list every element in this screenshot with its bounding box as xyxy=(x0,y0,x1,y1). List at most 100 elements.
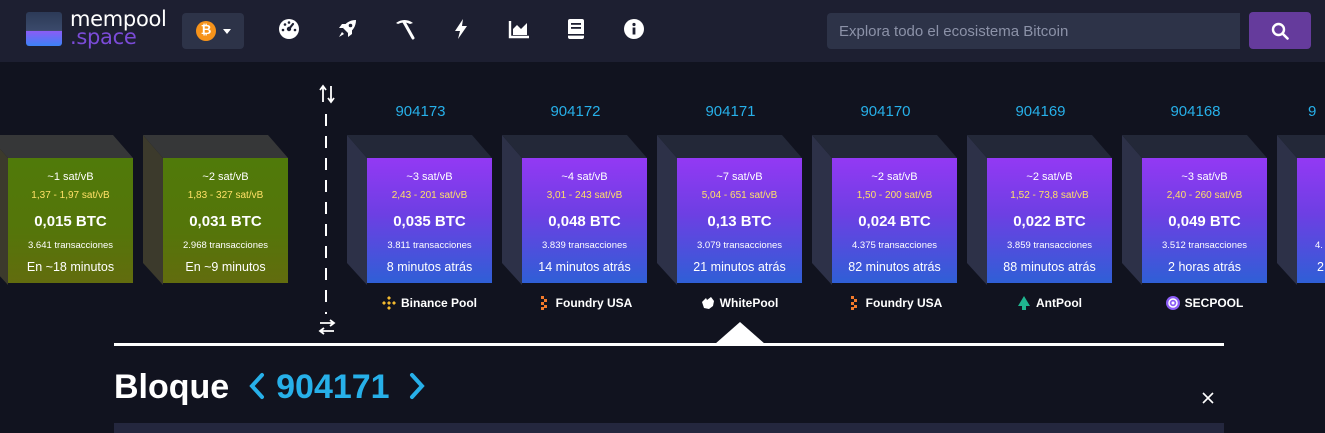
block-tx-count: 3.641 transacciones xyxy=(27,240,114,251)
pending-block-face: ~2 sat/vB 1,83 - 327 sat/vB 0,031 BTC 2.… xyxy=(163,158,288,283)
block-fee-range: 2,40 - 260 sat/vB xyxy=(1166,190,1243,201)
block-median-fee: ~2 sat/vB xyxy=(202,171,249,183)
pool-link[interactable]: Binance Pool xyxy=(367,296,492,314)
block-detail-separator xyxy=(114,343,1224,346)
block-detail-panel xyxy=(114,423,1224,433)
pool-name: WhitePool xyxy=(719,296,779,310)
foundry-icon xyxy=(850,296,857,310)
block-time-ago: 2 horas atrás xyxy=(1168,260,1241,274)
logo-text[interactable]: mempool .space xyxy=(70,9,167,48)
block-median-fee: ~2 sat/vB xyxy=(1026,171,1073,183)
pending-block-face: ~1 sat/vB 1,37 - 1,97 sat/vB 0,015 BTC 3… xyxy=(8,158,133,283)
mempool-divider xyxy=(325,114,327,314)
swap-horizontal-icon[interactable] xyxy=(318,318,336,336)
pool-link[interactable]: AntPool xyxy=(987,296,1112,314)
bitcoin-icon: ₿ xyxy=(196,21,216,41)
block-fee-range: 1,37 - 1,97 sat/vB xyxy=(31,190,110,201)
block-title: Bloque 904171 xyxy=(114,368,427,412)
pool-link[interactable]: WhitePool xyxy=(677,296,802,314)
mined-block-face: ~2 sat/vB 1,50 - 200 sat/vB 0,024 BTC 4.… xyxy=(832,158,957,283)
partial-height-text: 9 xyxy=(1308,103,1317,120)
graphs-icon[interactable] xyxy=(508,18,530,40)
partial-block-height[interactable]: 9 xyxy=(1288,103,1325,123)
pool-name: Foundry USA xyxy=(555,296,633,310)
block-total-fees: 0,13 BTC xyxy=(707,213,772,230)
block-total-fees: 0,049 BTC xyxy=(1168,213,1241,230)
block-median-fee: ~7 sat/vB xyxy=(716,171,763,183)
mined-block-selected[interactable]: ~7 sat/vB 5,04 - 651 sat/vB 0,13 BTC 3.0… xyxy=(657,135,802,285)
pool-name: Foundry USA xyxy=(865,296,943,310)
pool-link[interactable]: Foundry USA xyxy=(832,296,957,314)
mined-block-face: ~3 sat/vB 2,43 - 201 sat/vB 0,035 BTC 3.… xyxy=(367,158,492,283)
pool-name: Binance Pool xyxy=(400,296,477,310)
pending-block[interactable]: ~1 sat/vB 1,37 - 1,97 sat/vB 0,015 BTC 3… xyxy=(0,135,133,285)
block-total-fees: 0,035 BTC xyxy=(393,213,466,230)
close-icon[interactable] xyxy=(1200,390,1216,406)
mined-block[interactable]: ~2 sat/vB 1,52 - 73,8 sat/vB 0,022 BTC 3… xyxy=(967,135,1112,285)
selected-block-indicator xyxy=(715,322,765,344)
block-tx-count: 4.375 transacciones xyxy=(851,240,938,251)
lightning-icon[interactable] xyxy=(450,18,472,40)
network-selector-button[interactable]: ₿ xyxy=(182,13,244,49)
rocket-icon[interactable] xyxy=(336,18,358,40)
block-top xyxy=(502,135,647,158)
swap-vertical-icon[interactable] xyxy=(318,84,336,104)
block-side xyxy=(1122,135,1142,285)
mined-block[interactable]: ~2 sat/vB 1,50 - 200 sat/vB 0,024 BTC 4.… xyxy=(812,135,957,285)
pool-name: SECPOOL xyxy=(1184,296,1244,310)
docs-icon[interactable] xyxy=(565,18,587,40)
block-fee-range: 3,01 - 243 sat/vB xyxy=(546,190,623,201)
block-title-label: Bloque xyxy=(114,368,230,406)
block-total-fees: 0,048 BTC xyxy=(548,213,621,230)
block-total-fees: 0,022 BTC xyxy=(1013,213,1086,230)
block-height-link[interactable]: 904170 xyxy=(823,103,948,120)
mined-block-face: ~2 sat/vB 1,52 - 73,8 sat/vB 0,022 BTC 3… xyxy=(987,158,1112,283)
block-fee-range: 1,83 - 327 sat/vB xyxy=(187,190,264,201)
block-side xyxy=(967,135,987,285)
block-height-link[interactable]: 904173 xyxy=(358,103,483,120)
block-top xyxy=(1122,135,1267,158)
block-height-link[interactable]: 904171 xyxy=(668,103,793,120)
search-icon xyxy=(1271,22,1289,40)
pool-link[interactable]: Foundry USA xyxy=(522,296,647,314)
block-height-link[interactable]: 904169 xyxy=(978,103,1103,120)
block-eta: En ~9 minutos xyxy=(185,260,266,274)
block-side xyxy=(0,135,8,285)
block-height-link[interactable]: 904172 xyxy=(513,103,638,120)
mined-block[interactable]: ~3 sat/vB 2,40 - 260 sat/vB 0,049 BTC 3.… xyxy=(1122,135,1267,285)
block-top xyxy=(967,135,1112,158)
pending-block[interactable]: ~2 sat/vB 1,83 - 327 sat/vB 0,031 BTC 2.… xyxy=(143,135,288,285)
mined-block[interactable]: ~3 sat/vB 2,43 - 201 sat/vB 0,035 BTC 3.… xyxy=(347,135,492,285)
antpool-icon xyxy=(1018,296,1030,310)
mining-icon[interactable] xyxy=(393,18,415,40)
partial-mined-block[interactable]: 4. 2 xyxy=(1277,135,1325,285)
search-input[interactable] xyxy=(827,13,1240,49)
block-title-height: 904171 xyxy=(276,368,390,406)
pool-link[interactable]: SECPOOL xyxy=(1142,296,1267,314)
block-fee-range: 2,43 - 201 sat/vB xyxy=(391,190,468,201)
mined-block-face: ~4 sat/vB 3,01 - 243 sat/vB 0,048 BTC 3.… xyxy=(522,158,647,283)
block-side xyxy=(812,135,832,285)
foundry-icon xyxy=(540,296,547,310)
dashboard-icon[interactable] xyxy=(278,18,300,40)
partial-time-text: 2 xyxy=(1317,260,1324,274)
search-button[interactable] xyxy=(1249,12,1311,49)
block-top xyxy=(347,135,492,158)
block-tx-count: 3.079 transacciones xyxy=(696,240,783,251)
block-time-ago: 8 minutos atrás xyxy=(386,260,473,274)
block-median-fee: ~1 sat/vB xyxy=(47,171,94,183)
block-total-fees: 0,024 BTC xyxy=(858,213,931,230)
chevron-right-icon[interactable] xyxy=(407,371,427,401)
mined-block-face: 4. 2 xyxy=(1297,158,1325,283)
pool-name: AntPool xyxy=(1036,296,1082,310)
top-navbar: mempool .space ₿ xyxy=(0,0,1325,62)
chevron-left-icon[interactable] xyxy=(247,371,267,401)
mined-block-face: ~3 sat/vB 2,40 - 260 sat/vB 0,049 BTC 3.… xyxy=(1142,158,1267,283)
mempool-logo-icon[interactable] xyxy=(26,12,62,46)
about-icon[interactable] xyxy=(623,18,645,40)
block-top xyxy=(657,135,802,158)
mined-block[interactable]: ~4 sat/vB 3,01 - 243 sat/vB 0,048 BTC 3.… xyxy=(502,135,647,285)
block-top xyxy=(143,135,288,158)
block-side xyxy=(1277,135,1297,285)
block-height-link[interactable]: 904168 xyxy=(1133,103,1258,120)
